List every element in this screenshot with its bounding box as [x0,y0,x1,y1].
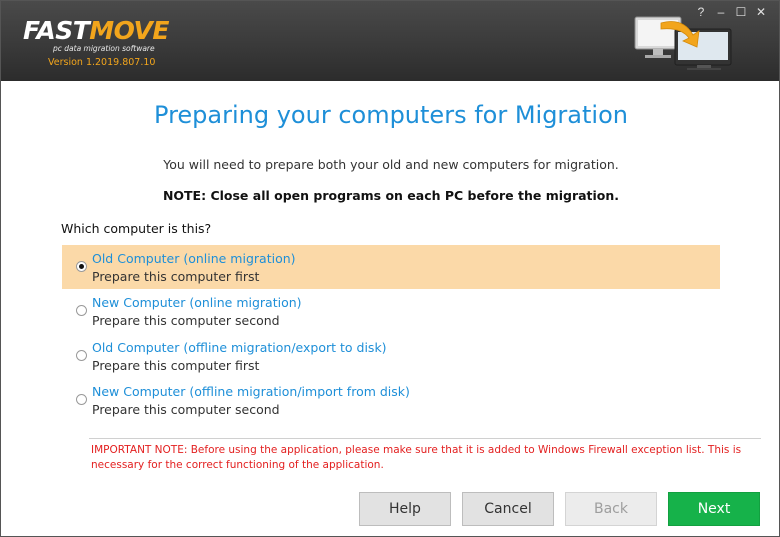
option-old-computer-offline[interactable]: Old Computer (offline migration/export t… [62,334,720,378]
divider [89,438,761,439]
header-bar: FASTMOVE pc data migration software Vers… [1,1,779,81]
option-title: New Computer (online migration) [92,295,302,310]
option-new-computer-online[interactable]: New Computer (online migration) Prepare … [62,289,720,333]
app-tagline: pc data migration software [53,44,155,53]
help-button[interactable]: Help [359,492,451,526]
app-version: Version 1.2019.807.10 [48,57,156,68]
app-logo: FASTMOVE [23,17,169,45]
computer-question: Which computer is this? [61,221,212,236]
logo-fast: FAST [23,16,90,45]
page-subtitle: You will need to prepare both your old a… [163,157,619,172]
option-title: New Computer (offline migration/import f… [92,384,410,399]
option-description: Prepare this computer second [92,313,280,328]
close-icon[interactable]: ✕ [751,3,771,21]
option-description: Prepare this computer first [92,358,260,373]
radio-button[interactable] [76,394,87,405]
radio-button[interactable] [76,305,87,316]
radio-button[interactable] [76,350,87,361]
computers-transfer-icon [634,16,732,70]
back-button[interactable]: Back [565,492,657,526]
option-old-computer-online[interactable]: Old Computer (online migration) Prepare … [62,245,720,289]
app-window: FASTMOVE pc data migration software Vers… [0,0,780,537]
radio-button[interactable] [76,261,87,272]
option-new-computer-offline[interactable]: New Computer (offline migration/import f… [62,378,720,422]
option-description: Prepare this computer first [92,269,260,284]
close-programs-note: NOTE: Close all open programs on each PC… [162,188,620,203]
firewall-warning: IMPORTANT NOTE: Before using the applica… [91,444,742,471]
page-title: Preparing your computers for Migration [154,101,628,129]
next-button[interactable]: Next [668,492,760,526]
cancel-button[interactable]: Cancel [462,492,554,526]
option-title: Old Computer (online migration) [92,251,296,266]
option-description: Prepare this computer second [92,402,280,417]
option-title: Old Computer (offline migration/export t… [92,340,387,355]
logo-move: MOVE [89,16,169,45]
